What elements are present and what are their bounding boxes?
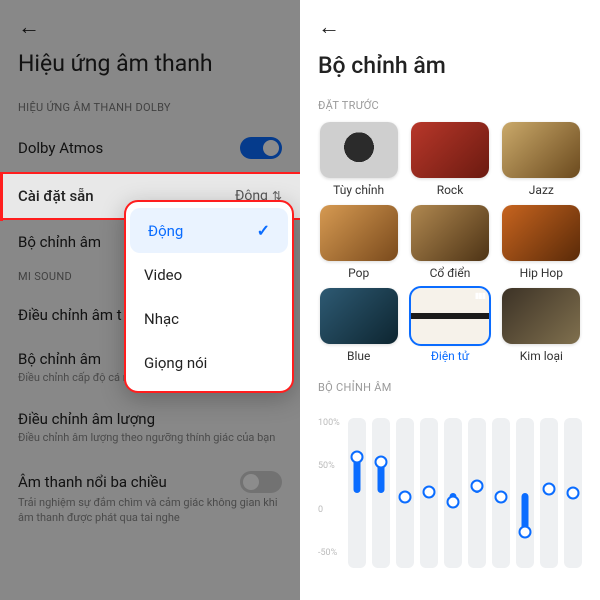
axis-tick: 0 [318,505,346,515]
preset-tile-label: Tùy chỉnh [333,183,384,197]
axis-tick: 50% [318,461,346,471]
preset-thumb [502,205,580,261]
dolby-atmos-label: Dolby Atmos [18,139,103,157]
equalizer-screen: ← Bộ chỉnh âm ĐẶT TRƯỚC Tùy chỉnh Rock J… [300,0,600,600]
eq-band-slider[interactable] [540,418,558,568]
eq-band-knob[interactable] [399,490,412,503]
eq-band-knob[interactable] [543,483,556,496]
dropdown-item-label: Nhạc [144,310,179,328]
preset-thumb [411,205,489,261]
dropdown-item-video[interactable]: Video [126,253,292,297]
playing-icon: ▮▮▮ [475,291,485,300]
preset-thumb [502,122,580,178]
eq-band-knob[interactable] [471,479,484,492]
preset-tile-label: Cổ điển [430,266,471,280]
preset-tile-label: Điện tử [431,349,469,363]
eq-band-slider[interactable] [372,418,390,568]
preset-tile-label: Kim loại [520,349,563,363]
dropdown-item-label: Động [148,222,183,240]
preset-tile-jazz[interactable]: Jazz [501,122,582,197]
check-icon: ✓ [257,221,270,240]
equalizer-chart: 100% 50% 0 -50% [300,404,600,568]
volume-row-label: Điều chỉnh âm lượng [18,410,155,428]
dropdown-item-label: Video [144,266,182,284]
dolby-atmos-toggle[interactable] [240,137,282,159]
surround-row[interactable]: Âm thanh nổi ba chiều [0,458,300,495]
adjust-sound-label: Điều chỉnh âm t [18,306,122,324]
preset-tile-label: Pop [348,266,369,280]
equalizer-label: Bộ chỉnh âm [18,233,101,251]
volume-row[interactable]: Điều chỉnh âm lượng [0,397,300,430]
preset-thumb [320,288,398,344]
preset-label: Cài đặt sẵn [18,187,94,205]
sound-effects-screen: ← Hiệu ứng âm thanh HIỆU ỨNG ÂM THANH DO… [0,0,300,600]
preset-tile-classical[interactable]: Cổ điển [409,205,490,280]
preset-tile-custom[interactable]: Tùy chỉnh [318,122,399,197]
eq-section-label: BỘ CHỈNH ÂM [300,363,600,404]
preset-thumb [502,288,580,344]
axis-tick: -50% [318,548,346,558]
preset-thumb [411,122,489,178]
page-title: Bộ chỉnh âm [300,44,600,95]
back-icon[interactable]: ← [300,0,600,44]
volume-row-sub: Điều chỉnh âm lượng theo ngưỡng thính gi… [0,430,300,457]
eq-band-knob[interactable] [567,487,580,500]
eq-axis: 100% 50% 0 -50% [318,418,346,558]
eq-band-knob[interactable] [351,451,364,464]
preset-tile-pop[interactable]: Pop [318,205,399,280]
preset-tile-label: Hip Hop [520,266,563,280]
preset-dropdown: Động ✓ Video Nhạc Giọng nói [124,200,294,393]
preset-thumb [320,205,398,261]
preset-grid: Tùy chỉnh Rock Jazz Pop Cổ điển Hip Hop … [300,122,600,363]
page-title: Hiệu ứng âm thanh [0,44,300,95]
preset-tile-hiphop[interactable]: Hip Hop [501,205,582,280]
preset-thumb [320,122,398,178]
preset-tile-blue[interactable]: Blue [318,288,399,363]
preset-tile-label: Jazz [529,183,554,197]
eq-band-knob[interactable] [519,526,532,539]
preset-tile-electronic[interactable]: ▮▮▮ Điện tử [409,288,490,363]
dolby-section-label: HIỆU ỨNG ÂM THANH DOLBY [0,95,300,124]
dropdown-item-voice[interactable]: Giọng nói [126,341,292,385]
eq-band-slider[interactable] [444,418,462,568]
eq-band-knob[interactable] [423,485,436,498]
eq-band-knob[interactable] [495,490,508,503]
eq-band-slider[interactable] [564,418,582,568]
preset-tile-label: Rock [437,183,464,197]
surround-row-sub: Trải nghiệm sự đắm chìm và cảm giác khôn… [0,495,300,538]
surround-toggle[interactable] [240,471,282,493]
surround-row-label: Âm thanh nổi ba chiều [18,473,167,491]
dolby-atmos-row[interactable]: Dolby Atmos [0,124,300,172]
dropdown-item-label: Giọng nói [144,354,207,372]
preset-thumb: ▮▮▮ [411,288,489,344]
presets-section-label: ĐẶT TRƯỚC [300,95,600,122]
eq-band-knob[interactable] [447,496,460,509]
back-icon[interactable]: ← [0,0,300,44]
eq-band-knob[interactable] [375,455,388,468]
dropdown-item-music[interactable]: Nhạc [126,297,292,341]
dropdown-item-dynamic[interactable]: Động ✓ [130,208,288,253]
preset-tile-metal[interactable]: Kim loại [501,288,582,363]
eq-band-slider[interactable] [516,418,534,568]
axis-tick: 100% [318,418,346,428]
eq-row-label: Bộ chỉnh âm [18,350,101,368]
preset-tile-rock[interactable]: Rock [409,122,490,197]
eq-band-slider[interactable] [492,418,510,568]
preset-tile-label: Blue [347,349,370,363]
eq-band-slider[interactable] [468,418,486,568]
eq-band-slider[interactable] [420,418,438,568]
eq-band-slider[interactable] [348,418,366,568]
eq-band-slider[interactable] [396,418,414,568]
